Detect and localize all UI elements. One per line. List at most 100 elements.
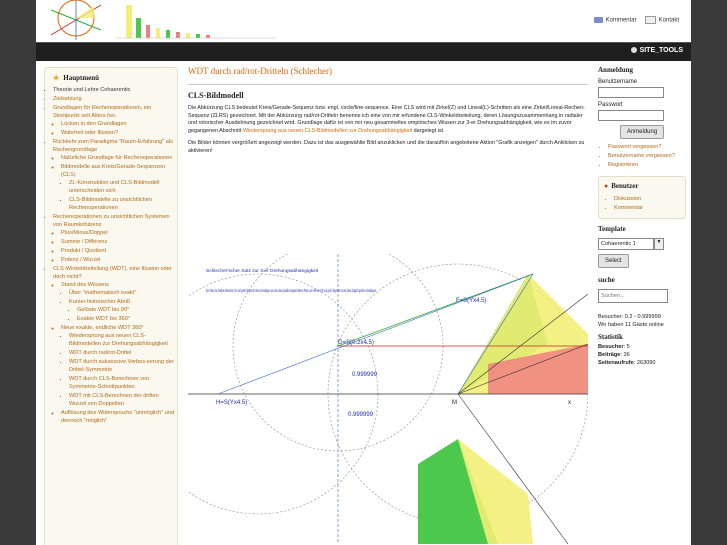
section-heading: CLS-Bildmodell [188, 91, 244, 100]
site-logo[interactable] [46, 0, 276, 42]
register-link[interactable]: Registrieren [608, 161, 686, 170]
password-field[interactable] [598, 110, 664, 121]
submenu-list: Gelöste WDT bis 90°Exakte WDT bis 360° [69, 306, 177, 323]
sidebar-item[interactable]: Bildmodelle aus Kreis/Gerade-Sequenzen (… [61, 163, 177, 212]
guests-line: Wir haben 11 Gäste online [598, 322, 664, 328]
sidebar-item[interactable]: WDT durch CLS-Berechnen von Symmetrie-Sc… [69, 375, 177, 391]
sidebar-item[interactable]: Zielsetzung [53, 95, 177, 103]
sidebar-item[interactable]: Theorie und Lehre Cohaerentic [53, 86, 177, 94]
sidebar-item[interactable]: WDT durch rad/rot-Drittel [69, 349, 177, 357]
note-body: Ein Paar von Radius-Strecken (rot und gr… [206, 288, 376, 293]
kontakt-label: Kontakt [658, 17, 679, 24]
select-button[interactable]: Select [598, 254, 629, 268]
submenu-list: Plus/Minus/DoppelSumme / DifferenzProduk… [53, 229, 177, 264]
top-links: Kommentar Kontakt [593, 16, 679, 24]
sidebar-item[interactable]: Plus/Minus/Doppel [61, 229, 177, 237]
sidebar-item[interactable]: ZL-Konstruktion und CLS-Bildmodell unter… [69, 179, 177, 195]
sidebar-item[interactable]: Stand des WissensÜber "mathematisch exak… [61, 281, 177, 323]
sidebar-item[interactable]: Rückkehr zum Paradigma "Raum-Erfahrung" … [53, 138, 177, 212]
sidebar-item[interactable]: Wahrheit oder Illusion? [61, 129, 177, 137]
sidebar-item[interactable]: Summe / Differenz [61, 238, 177, 246]
page-title: WDT durch rad/rot-Dritteln (Schlecher) [188, 66, 333, 76]
submenu-list: Lücken in den GrundlagenWahrheit oder Il… [53, 120, 177, 137]
submenu-list: Über "mathematisch exakt"Kurzer historis… [61, 289, 177, 323]
sidebar-item[interactable]: Wiedersprung aus neuen CLS-Bildmodellen … [69, 332, 177, 348]
discussion-link[interactable]: Diskussion [614, 195, 680, 204]
right-sidebar: Anmeldung Benutzername Passwort Anmeldun… [598, 66, 686, 545]
label-f: F=S(Yx4.5) [456, 298, 487, 304]
sidebar-item[interactable]: Über "mathematisch exakt" [69, 289, 177, 297]
sidebar-item[interactable]: Natürliche Grundlage für Rechenoperation… [61, 154, 177, 162]
title-divider [188, 84, 588, 85]
sidebar-item[interactable]: Neue exakte, endliche WDT 360°Wiederspru… [61, 324, 177, 408]
sidebar-item[interactable]: Grundlagen für Rechenoperationen, ein St… [53, 104, 177, 137]
username-field[interactable] [598, 87, 664, 98]
sidebar-item[interactable]: CLS-Bildmodelle zu unsichtlichen Recheno… [69, 196, 177, 212]
gear-icon [630, 47, 637, 54]
sidebar-item[interactable]: WDT durch sukzessive Verbes-serung der D… [69, 358, 177, 374]
visitors-line: Besucher: 0.2 - 0.999999 [598, 314, 661, 320]
user-box: ●Benutzer Diskussion Kommentar [598, 176, 686, 219]
search-input[interactable] [598, 289, 668, 303]
intro-text-end: dargelegt ist. [413, 127, 445, 134]
stat-label: Beiträge [598, 352, 621, 358]
user-links: Diskussion Kommentar [604, 195, 680, 213]
site-tools-label: SITE_TOOLS [639, 47, 683, 54]
page-frame: Kommentar Kontakt SITE_TOOLS ★ Hauptmenü … [36, 0, 691, 545]
sidebar-item[interactable]: Kurzer historischer AbrißGelöste WDT bis… [69, 298, 177, 323]
stat-row: Besucher: 5 [598, 344, 630, 350]
star-icon: ★ [53, 74, 60, 82]
main-menu-list: Theorie und Lehre CohaerenticZielsetzung… [45, 86, 177, 425]
label-x: x [568, 400, 571, 406]
forgot-username-link[interactable]: Benutzername vergessen? [608, 152, 686, 161]
sidebar-item[interactable]: Exakte WDT bis 360° [77, 315, 177, 323]
chevron-down-icon[interactable]: ▼ [654, 238, 664, 250]
forgot-password-link[interactable]: Passwort vergessen? [608, 143, 686, 152]
kommentar-link[interactable]: Kommentar [593, 16, 637, 23]
main-content: WDT durch rad/rot-Dritteln (Schlecher) C… [188, 66, 588, 545]
label-g: G=S(0.2x4.5) [338, 340, 374, 346]
site-tools-button[interactable]: SITE_TOOLS [630, 47, 683, 54]
user-box-label: Benutzer [611, 182, 639, 190]
sidebar-item[interactable]: Produkt / Quotient [61, 247, 177, 255]
submenu-list: Wiedersprung aus neuen CLS-Bildmodellen … [61, 332, 177, 408]
stat-label: Besucher [598, 344, 624, 350]
note-title: Schlecher'scher Satz zur 3-er Drehungsab… [206, 268, 319, 274]
sidebar-item[interactable]: Gelöste WDT bis 90° [77, 306, 177, 314]
navbar: SITE_TOOLS [36, 42, 691, 61]
template-select[interactable]: Cohaerentic 1 [598, 238, 654, 250]
label-value-2: 0.999999 [348, 412, 374, 418]
stat-row: Beiträge: 36 [598, 352, 630, 358]
user-box-title: ● Benutzer [604, 182, 680, 190]
stat-value: 5 [626, 344, 630, 350]
cls-diagram-image[interactable]: Schlecher'scher Satz zur 3-er Drehungsab… [188, 254, 588, 544]
mail-icon [644, 16, 656, 24]
label-m: M [452, 400, 457, 406]
sidebar-item[interactable]: CLS-Winkeldreiteilung (WDT), eine Illusi… [53, 265, 177, 425]
sidebar-item[interactable]: Rechenoperationen zu unsichtlichen Syste… [53, 213, 177, 264]
submenu-list: Stand des WissensÜber "mathematisch exak… [53, 281, 177, 425]
sidebar-item[interactable]: Potenz / Wurzel [61, 256, 177, 264]
submenu-list: ZL-Konstruktion und CLS-Bildmodell unter… [61, 179, 177, 212]
stat-label: Seitenaufrufe [598, 360, 634, 366]
sidebar-item[interactable]: Lücken in den Grundlagen [61, 120, 177, 128]
main-menu-label: Hauptmenü [63, 74, 100, 82]
kontakt-link[interactable]: Kontakt [644, 16, 679, 24]
main-menu-title: ★ Hauptmenü [53, 74, 177, 82]
label-h: H=S(Yx4.5) [216, 400, 247, 406]
intro-paragraph: Die Abkürzung CLS bedeutet Kreis/Gerade-… [188, 105, 588, 135]
sidebar-item[interactable]: WDT mit CLS-Berechnen der dritten Wurzel… [69, 392, 177, 408]
password-label: Passwort [598, 102, 623, 108]
template-title: Template [598, 225, 626, 233]
header: Kommentar Kontakt [36, 0, 691, 42]
sidebar-main-menu: ★Hauptmenü Theorie und Lehre Cohaerentic… [44, 67, 178, 545]
intro-link[interactable]: Wiedersprung aus neuen CLS-Bildmodellen … [243, 128, 412, 134]
login-title: Anmeldung [598, 66, 634, 74]
sidebar-item[interactable]: Auflösung des Widerspruchs "unmöglich" u… [61, 409, 177, 425]
comment-link[interactable]: Kommentar [614, 204, 680, 213]
login-links: Passwort vergessen? Benutzername vergess… [598, 143, 686, 170]
stat-value: 263090 [636, 360, 656, 366]
login-button[interactable]: Anmeldung [619, 125, 665, 139]
stat-row: Seitenaufrufe: 263090 [598, 360, 656, 366]
username-label: Benutzername [598, 79, 638, 85]
